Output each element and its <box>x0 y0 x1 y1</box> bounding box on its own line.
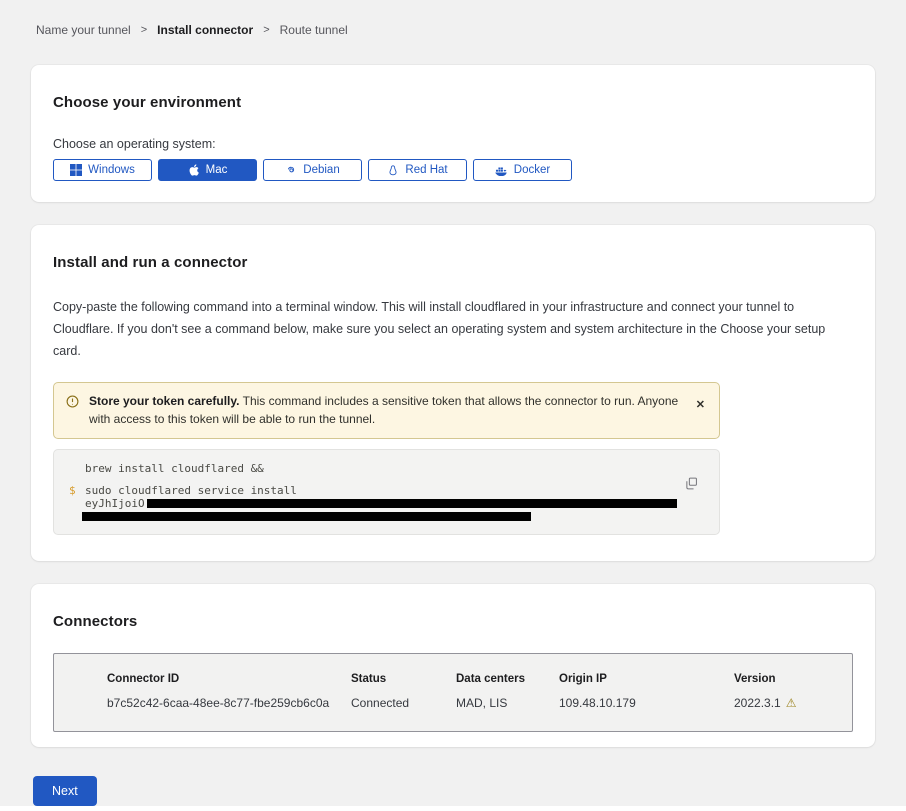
column-header-connector-id: Connector ID <box>107 673 351 685</box>
apple-icon <box>188 163 200 177</box>
os-button-redhat[interactable]: Red Hat <box>368 159 467 181</box>
connectors-table-header: Connector ID Status Data centers Origin … <box>107 673 852 685</box>
breadcrumb-separator: > <box>141 24 147 36</box>
install-card: Install and run a connector Copy-paste t… <box>31 225 875 561</box>
os-button-label: Red Hat <box>405 164 447 176</box>
token-warning-banner: Store your token carefully. This command… <box>53 382 720 439</box>
code-command: sudo cloudflared service install <box>85 484 297 497</box>
copy-icon[interactable] <box>685 477 698 494</box>
os-button-label: Docker <box>514 164 550 176</box>
token-prefix: eyJhIjoiO <box>85 497 145 510</box>
version-value: 2022.3.1 ⚠ <box>734 696 852 710</box>
breadcrumb: Name your tunnel > Install connector > R… <box>36 23 906 37</box>
alert-circle-icon <box>66 395 79 413</box>
install-card-title: Install and run a connector <box>53 254 853 271</box>
prompt-spacer <box>69 462 85 484</box>
connectors-card: Connectors Connector ID Status Data cent… <box>31 584 875 747</box>
token-warning-text: Store your token carefully. This command… <box>89 392 680 429</box>
column-header-origin-ip: Origin IP <box>559 673 734 685</box>
redhat-linux-icon <box>387 164 399 177</box>
docker-whale-icon <box>495 165 508 176</box>
token-warning-title: Store your token carefully. <box>89 394 240 408</box>
environment-card: Choose your environment Choose an operat… <box>31 65 875 202</box>
origin-ip-value: 109.48.10.179 <box>559 696 734 710</box>
redacted-token-bar-2 <box>82 512 531 521</box>
connector-id-value: b7c52c42-6caa-48ee-8c77-fbe259cb6c0a <box>107 696 351 710</box>
version-warning-icon[interactable]: ⚠ <box>786 697 797 709</box>
os-button-mac[interactable]: Mac <box>158 159 257 181</box>
os-button-label: Windows <box>88 164 135 176</box>
version-number: 2022.3.1 <box>734 696 781 710</box>
column-header-version: Version <box>734 673 852 685</box>
code-line-brew: brew install cloudflared && <box>69 462 679 484</box>
os-button-label: Debian <box>303 164 339 176</box>
code-text: sudo cloudflared service install eyJhIjo… <box>85 484 679 521</box>
os-button-windows[interactable]: Windows <box>53 159 152 181</box>
close-icon[interactable]: ✕ <box>696 400 705 411</box>
install-description: Copy-paste the following command into a … <box>53 297 853 363</box>
os-button-label: Mac <box>206 164 228 176</box>
bottom-strip <box>0 806 906 811</box>
table-row: b7c52c42-6caa-48ee-8c77-fbe259cb6c0a Con… <box>107 696 852 710</box>
column-header-data-centers: Data centers <box>456 673 559 685</box>
connectors-table: Connector ID Status Data centers Origin … <box>53 653 853 732</box>
status-badge: Connected <box>351 696 456 710</box>
breadcrumb-separator: > <box>263 24 269 36</box>
redacted-token-bar-1 <box>147 499 677 508</box>
environment-card-title: Choose your environment <box>53 94 853 111</box>
code-text: brew install cloudflared && <box>85 462 679 475</box>
os-button-group: Windows Mac Debian <box>53 159 853 181</box>
code-line-sudo: $ sudo cloudflared service install eyJhI… <box>69 484 679 521</box>
data-centers-value: MAD, LIS <box>456 696 559 710</box>
os-select-label: Choose an operating system: <box>53 137 853 151</box>
windows-icon <box>70 164 82 176</box>
column-header-status: Status <box>351 673 456 685</box>
next-button[interactable]: Next <box>33 776 97 806</box>
connectors-card-title: Connectors <box>53 613 853 630</box>
breadcrumb-install-connector[interactable]: Install connector <box>157 23 253 37</box>
os-button-debian[interactable]: Debian <box>263 159 362 181</box>
breadcrumb-route-tunnel[interactable]: Route tunnel <box>280 23 348 37</box>
debian-icon <box>285 164 297 176</box>
page: Name your tunnel > Install connector > R… <box>0 0 906 806</box>
os-button-docker[interactable]: Docker <box>473 159 572 181</box>
breadcrumb-name-your-tunnel[interactable]: Name your tunnel <box>36 23 131 37</box>
install-command-codeblock[interactable]: brew install cloudflared && $ sudo cloud… <box>53 449 720 535</box>
